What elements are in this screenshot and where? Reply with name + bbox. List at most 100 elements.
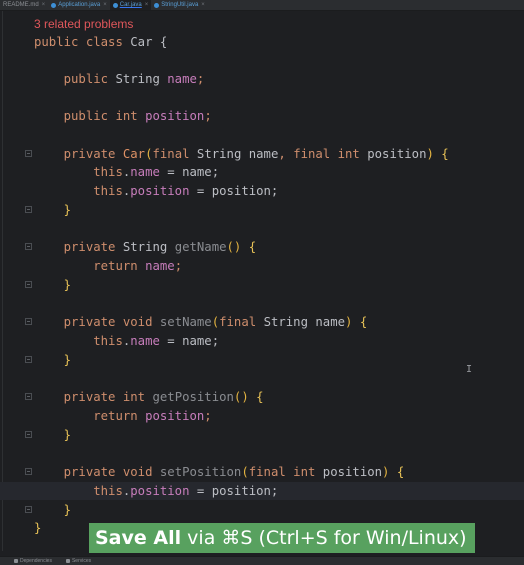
keyword: int	[115, 109, 138, 123]
keyword: return	[93, 409, 138, 423]
fold-icon[interactable]	[25, 206, 32, 213]
keyword: private	[63, 465, 116, 479]
code-editor[interactable]: 3 related problems public class Car { pu…	[0, 11, 524, 551]
keyword: final	[293, 147, 331, 161]
keyword: class	[85, 35, 123, 49]
type: String	[196, 147, 242, 161]
field-name: position	[130, 484, 190, 498]
param: position	[322, 465, 383, 479]
tab-car-java[interactable]: Car.java ×	[109, 0, 152, 10]
toast-action: Save All	[95, 527, 182, 549]
shortcut-hint-toast: Save All via ⌘S (Ctrl+S for Win/Linux)	[89, 523, 475, 553]
keyword: final	[219, 315, 257, 329]
tab-label: Car.java	[119, 2, 142, 8]
keyword: int	[293, 465, 316, 479]
fold-icon[interactable]	[25, 281, 32, 288]
editor-tab-bar: README.md × Application.java × Car.java …	[0, 0, 524, 11]
field-name: name	[145, 259, 175, 273]
java-class-icon	[112, 2, 118, 8]
dependencies-icon	[14, 559, 18, 563]
keyword: private	[63, 147, 116, 161]
close-icon[interactable]: ×	[103, 2, 107, 8]
brace: }	[63, 278, 72, 292]
method-name: setPosition	[159, 465, 242, 479]
keyword: private	[63, 240, 116, 254]
semicolon: ;	[196, 72, 205, 86]
paren: )	[345, 315, 353, 329]
method-name: getName	[174, 240, 227, 254]
fold-icon[interactable]	[25, 393, 32, 400]
brace: {	[248, 240, 257, 254]
keyword: private	[63, 315, 116, 329]
field-name: position	[145, 409, 205, 423]
brace: {	[441, 147, 449, 161]
keyword: final	[152, 147, 190, 161]
java-class-icon	[51, 2, 57, 8]
fold-icon[interactable]	[25, 318, 32, 325]
fold-icon[interactable]	[25, 431, 32, 438]
paren: (	[211, 315, 220, 329]
paren: )	[382, 465, 390, 479]
field-name: name	[130, 165, 160, 179]
brace: }	[34, 521, 42, 535]
brace: {	[159, 35, 168, 49]
keyword: void	[122, 315, 153, 329]
dependencies-label: Dependencies	[20, 558, 52, 564]
services-tool-button[interactable]: Services	[65, 558, 92, 564]
fold-icon[interactable]	[25, 356, 32, 363]
tab-readme[interactable]: README.md ×	[0, 0, 48, 10]
keyword: public	[63, 72, 109, 86]
type: String	[115, 72, 160, 86]
keyword: this	[93, 334, 123, 348]
type: String	[263, 315, 308, 329]
expr: = position;	[189, 484, 279, 498]
keyword: this	[93, 165, 123, 179]
tab-stringutil-java[interactable]: StringUtil.java ×	[151, 0, 208, 10]
expr: = position;	[189, 184, 279, 198]
java-class-icon	[154, 2, 160, 8]
brace: {	[256, 390, 264, 404]
class-name: Car	[130, 35, 153, 49]
fold-icon[interactable]	[25, 468, 32, 475]
close-icon[interactable]: ×	[201, 2, 205, 8]
close-icon[interactable]: ×	[42, 2, 46, 8]
tab-label: Application.java	[58, 2, 101, 8]
fold-icon[interactable]	[25, 506, 32, 513]
param: name	[315, 315, 346, 329]
param: name	[248, 147, 279, 161]
method-name: setName	[159, 315, 212, 329]
related-problems-hint[interactable]: 3 related problems	[34, 17, 133, 31]
keyword: return	[93, 259, 138, 273]
services-icon	[65, 559, 70, 563]
comma: ,	[278, 147, 286, 161]
field-name: name	[130, 334, 160, 348]
keyword: this	[93, 184, 123, 198]
semicolon: ;	[174, 259, 183, 273]
brace: }	[63, 428, 72, 442]
keyword: public	[63, 109, 109, 123]
semicolon: ;	[204, 109, 212, 123]
field-name: position	[130, 184, 190, 198]
brace: }	[63, 503, 72, 517]
keyword: void	[122, 465, 153, 479]
services-label: Services	[71, 558, 92, 564]
constructor-name: Car	[122, 147, 146, 161]
dependencies-tool-button[interactable]: Dependencies	[14, 558, 52, 564]
expr: = name;	[159, 165, 220, 179]
tab-label: StringUtil.java	[161, 2, 199, 8]
paren: ()	[226, 240, 242, 254]
fold-icon[interactable]	[25, 243, 32, 250]
brace: {	[359, 315, 368, 329]
field-name: name	[167, 72, 197, 86]
fold-icon[interactable]	[25, 150, 32, 157]
brace: {	[396, 465, 405, 479]
keyword: public	[34, 35, 79, 49]
tab-application-java[interactable]: Application.java ×	[48, 0, 110, 10]
keyword: this	[93, 484, 123, 498]
toast-shortcut: via ⌘S (Ctrl+S for Win/Linux)	[181, 527, 467, 549]
current-code-line: this.position = position;	[0, 482, 524, 500]
paren: )	[426, 147, 434, 161]
method-name: getPosition	[152, 390, 234, 404]
close-icon[interactable]: ×	[145, 2, 149, 8]
type: String	[122, 240, 168, 254]
